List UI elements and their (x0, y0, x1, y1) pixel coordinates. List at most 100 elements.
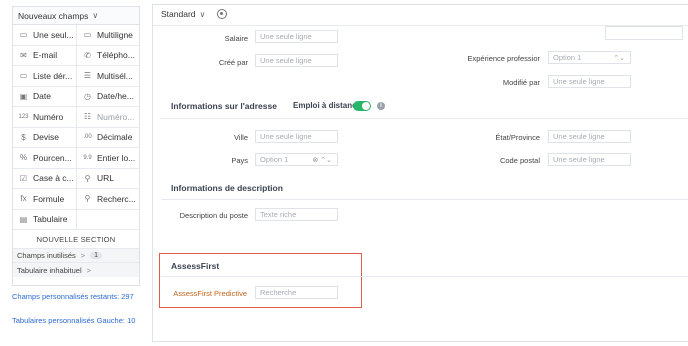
phone-icon: ✆ (84, 50, 91, 60)
modified-by-label: Modifié par (502, 78, 540, 87)
experience-select[interactable]: Option 1 ⌃⌄ (548, 51, 631, 64)
gear-icon[interactable] (217, 9, 228, 19)
salary-input[interactable]: Une seule ligne (255, 30, 338, 43)
unused-fields-label: Champs inutilisés (17, 251, 76, 260)
info-icon[interactable]: i (377, 102, 385, 110)
empty-cell (77, 210, 140, 230)
field-type-item[interactable]: ▣ Date (13, 86, 77, 107)
checkbox-icon: ☑ (19, 173, 28, 183)
field-type-item[interactable]: 123 Numéro (13, 107, 77, 128)
field-type-item[interactable]: ▭ Liste dér... (13, 66, 77, 87)
layout-toolbar: Standard ∨ (161, 9, 228, 19)
number-icon: 123 (18, 113, 29, 120)
formula-icon: fx (20, 194, 27, 204)
chevron-down-icon[interactable]: ∨ (200, 10, 206, 19)
picklist-icon: ▭ (19, 71, 28, 81)
field-type-label: Numéro (33, 111, 64, 122)
city-input[interactable]: Une seule ligne (255, 130, 338, 143)
remote-work-toggle[interactable] (353, 101, 371, 111)
field-type-item[interactable]: ☷ Numéro... (77, 107, 140, 128)
chevron-down-icon: ∨ (92, 11, 99, 20)
field-type-item[interactable]: ☰ Multisél... (77, 66, 140, 87)
multiselect-icon: ☰ (83, 71, 92, 81)
field-type-item[interactable]: 9.9 Entier lo... (77, 148, 140, 169)
field-type-item[interactable]: ✉ E-mail (13, 45, 77, 66)
field-type-label: E-mail (33, 50, 58, 61)
clear-sort-icon: ⊗ ⌃⌄ (312, 156, 332, 164)
field-type-item[interactable]: ☑ Case à c... (13, 168, 77, 189)
salary-label: Salaire (224, 34, 248, 43)
lookup-icon: ⚲ (84, 194, 91, 204)
state-label: État/Province (495, 133, 540, 142)
experience-value: Option 1 (553, 53, 582, 62)
new-section-button[interactable]: NOUVELLE SECTION (13, 230, 139, 249)
created-by-label: Créé par (218, 58, 248, 67)
field-type-item[interactable]: fx Formule (13, 189, 77, 210)
section-divider (161, 118, 688, 119)
sort-arrows-icon: ⌃⌄ (613, 54, 625, 62)
field-type-item[interactable]: .00 Décimale (77, 128, 140, 148)
new-fields-dropdown[interactable]: Nouveaux champs ∨ (13, 7, 139, 25)
unused-count-badge: 1 (90, 252, 103, 259)
field-type-item[interactable]: ⚲ Recherc... (77, 189, 140, 210)
field-type-item[interactable]: ⚲ URL (77, 169, 140, 189)
subform-icon: ▤ (19, 214, 28, 224)
inactive-subforms-toggle[interactable]: Tabulaire inhabituel > (13, 263, 139, 277)
job-description-label: Description du poste (179, 211, 248, 220)
currency-icon: $ (21, 132, 26, 142)
chevron-right-icon: > (86, 265, 92, 275)
country-label: Pays (231, 156, 248, 165)
field-type-item[interactable]: $ Devise (13, 127, 77, 148)
multiline-icon: ▭ (83, 30, 92, 40)
field-type-label: Devise (33, 132, 59, 143)
postal-code-input[interactable]: Une seule ligne (548, 153, 631, 166)
city-label: Ville (233, 133, 248, 142)
unnamed-field-input[interactable] (605, 26, 683, 40)
layout-editor: Standard ∨ Salaire Une seule ligne Créé … (152, 4, 688, 342)
autonumber-icon: ☷ (83, 112, 92, 122)
field-type-item[interactable]: ▭ Une seul... (13, 25, 77, 46)
layout-selector[interactable]: Standard (161, 9, 196, 19)
field-type-label: Formule (33, 193, 65, 204)
chevron-right-icon: > (80, 251, 86, 260)
field-type-label: Date (33, 91, 51, 102)
new-fields-label: Nouveaux champs (18, 10, 89, 21)
email-icon: ✉ (20, 50, 27, 60)
long-integer-icon: 9.9 (83, 154, 92, 161)
field-type-item[interactable]: ▭ Multiligne (77, 25, 140, 46)
job-description-input[interactable]: Texte riche (255, 208, 338, 221)
decimal-icon: .00 (83, 134, 92, 141)
assessfirst-predictive-label: AssessFirst Predictive (173, 289, 247, 298)
experience-label: Expérience professior (467, 54, 540, 63)
field-type-grid: ▭ Une seul... ▭ Multiligne ✉ E-mail ✆ Télépho..… (13, 25, 140, 230)
state-input[interactable]: Une seule ligne (548, 130, 631, 143)
remaining-custom-subforms: Tabulaires personnalisés Gauche: 10 (12, 316, 136, 325)
field-type-item[interactable]: ◷ Date/he... (77, 87, 140, 107)
field-type-label: Tabulaire (33, 214, 68, 225)
unused-fields-toggle[interactable]: Champs inutilisés > 1 (13, 249, 139, 263)
field-type-label: Pourcen... (33, 152, 72, 163)
date-icon: ▣ (19, 91, 28, 101)
remote-work-label: Emploi à distance (293, 101, 362, 110)
field-type-label: Numéro... (97, 111, 135, 122)
assessfirst-predictive-input[interactable]: Recherche (255, 286, 338, 299)
field-type-item[interactable]: ✆ Télépho... (77, 46, 140, 66)
created-by-input[interactable]: Une seule ligne (255, 54, 338, 67)
address-section-title[interactable]: Informations sur l'adresse (171, 101, 277, 111)
country-select[interactable]: Option 1 ⊗ ⌃⌄ (255, 153, 338, 166)
field-type-label: Une seul... (33, 29, 74, 40)
country-value: Option 1 (260, 155, 289, 164)
field-type-item[interactable]: ▤ Tabulaire (13, 209, 77, 230)
assessfirst-section-title[interactable]: AssessFirst (171, 261, 219, 271)
field-type-item[interactable]: % Pourcen... (13, 148, 77, 169)
url-icon: ⚲ (84, 173, 91, 183)
postal-code-label: Code postal (499, 156, 540, 165)
single-line-icon: ▭ (19, 30, 28, 40)
field-type-label: Case à c... (33, 173, 74, 184)
modified-by-input[interactable]: Une seule ligne (548, 75, 631, 88)
field-type-label: Entier lo... (97, 152, 136, 163)
field-type-label: URL (97, 173, 115, 184)
description-section-title[interactable]: Informations de description (171, 183, 283, 193)
section-divider (161, 199, 688, 200)
field-type-label: Décimale (97, 132, 133, 143)
